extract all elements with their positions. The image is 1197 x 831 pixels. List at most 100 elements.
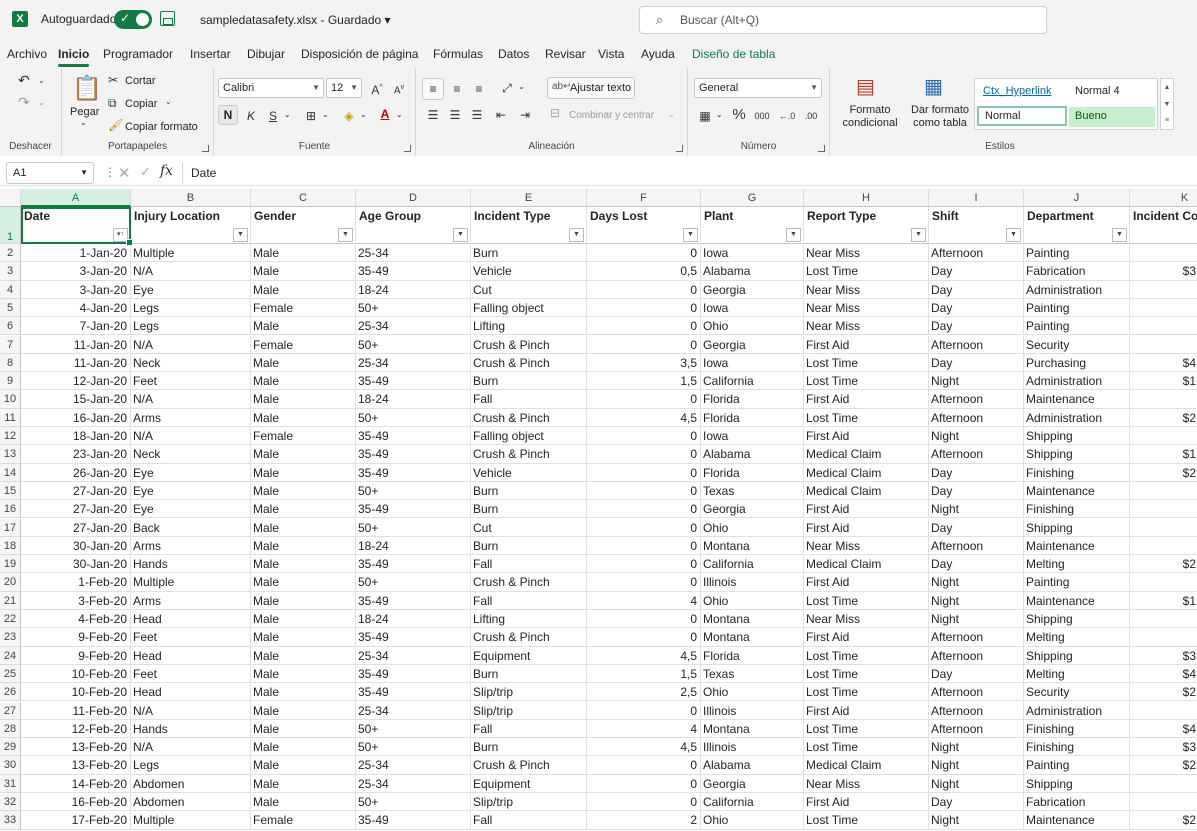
table-cell[interactable]: Eye xyxy=(131,280,251,299)
table-cell[interactable]: N/A xyxy=(131,262,251,281)
row-header[interactable]: 29 xyxy=(0,738,21,757)
table-header-cell[interactable]: Department ▼ xyxy=(1024,207,1130,244)
table-cell[interactable]: First Aid xyxy=(804,701,929,720)
table-cell[interactable]: Near Miss xyxy=(804,536,929,555)
filter-dropdown-icon[interactable]: ▼ xyxy=(453,228,468,242)
table-cell[interactable]: 0 xyxy=(587,628,701,647)
increase-decimal-icon[interactable]: ←.0 xyxy=(776,106,798,126)
table-cell[interactable]: Day xyxy=(929,262,1024,281)
table-cell[interactable]: 3,5 xyxy=(587,353,701,372)
table-cell[interactable]: Administration xyxy=(1024,280,1130,299)
table-cell[interactable]: Lost Time xyxy=(804,408,929,427)
table-cell[interactable]: 10-Feb-20 xyxy=(21,664,131,683)
table-cell[interactable]: Alabama xyxy=(701,262,804,281)
table-cell[interactable]: Male xyxy=(251,683,356,702)
more-icon[interactable]: ≡ xyxy=(1161,113,1173,129)
row-header[interactable]: 7 xyxy=(0,335,21,354)
row-header[interactable]: 11 xyxy=(0,408,21,427)
launcher-icon[interactable] xyxy=(202,145,209,152)
table-cell[interactable]: Painting xyxy=(1024,756,1130,775)
table-cell[interactable]: Shipping xyxy=(1024,427,1130,445)
table-cell[interactable]: Male xyxy=(251,628,356,647)
cancel-icon[interactable]: ✕ xyxy=(118,164,131,182)
table-cell[interactable]: Head xyxy=(131,646,251,665)
table-cell[interactable] xyxy=(1130,336,1197,354)
table-header-cell[interactable]: Date ▾↑ xyxy=(21,207,131,244)
row-header[interactable]: 18 xyxy=(0,536,21,556)
table-cell[interactable]: 17-Feb-20 xyxy=(21,811,131,830)
table-cell[interactable]: Male xyxy=(251,719,356,738)
table-cell[interactable]: Male xyxy=(251,536,356,555)
table-cell[interactable]: 0 xyxy=(587,463,701,482)
table-cell[interactable]: Falling object xyxy=(471,298,587,317)
table-cell[interactable]: 1-Feb-20 xyxy=(21,573,131,592)
table-cell[interactable]: Near Miss xyxy=(804,298,929,317)
table-cell[interactable]: Ohio xyxy=(701,683,804,702)
filter-dropdown-icon[interactable]: ▾↑ xyxy=(113,228,128,242)
table-cell[interactable] xyxy=(1130,537,1197,555)
table-cell[interactable]: Arms xyxy=(131,536,251,555)
table-cell[interactable]: Feet xyxy=(131,628,251,647)
chevron-down-icon[interactable]: ⌄ xyxy=(38,76,45,85)
table-cell[interactable]: California xyxy=(701,372,804,391)
table-cell[interactable]: 18-24 xyxy=(356,390,471,409)
table-cell[interactable]: Back xyxy=(131,518,251,537)
table-cell[interactable]: Night xyxy=(929,738,1024,757)
row-header[interactable]: 27 xyxy=(0,701,21,720)
table-cell[interactable]: 0 xyxy=(587,774,701,793)
table-cell[interactable]: Ohio xyxy=(701,811,804,830)
table-cell[interactable]: Finishing xyxy=(1024,738,1130,757)
table-cell[interactable] xyxy=(1130,775,1197,793)
table-cell[interactable]: California xyxy=(701,793,804,811)
table-cell[interactable]: 0 xyxy=(587,335,701,354)
table-header-cell[interactable]: Incident Co xyxy=(1130,207,1197,244)
number-format-select[interactable]: General ▼ xyxy=(694,78,822,98)
table-cell[interactable]: Security xyxy=(1024,683,1130,702)
currency-icon[interactable]: ▦ xyxy=(694,106,716,126)
filter-dropdown-icon[interactable]: ▼ xyxy=(683,228,698,242)
table-cell[interactable]: 0 xyxy=(587,481,701,500)
table-cell[interactable]: 16-Feb-20 xyxy=(21,793,131,811)
table-cell[interactable]: Multiple xyxy=(131,573,251,592)
table-cell[interactable]: 0 xyxy=(587,427,701,445)
table-cell[interactable]: Medical Claim xyxy=(804,555,929,574)
row-header[interactable]: 33 xyxy=(0,811,21,830)
table-cell[interactable]: 3-Jan-20 xyxy=(21,262,131,281)
cut-icon[interactable]: ✂ xyxy=(108,73,118,87)
table-cell[interactable]: Painting xyxy=(1024,244,1130,262)
table-cell[interactable]: Ohio xyxy=(701,317,804,336)
table-cell[interactable]: Vehicle xyxy=(471,463,587,482)
table-cell[interactable]: Medical Claim xyxy=(804,445,929,464)
table-cell[interactable]: 12-Feb-20 xyxy=(21,719,131,738)
row-header[interactable]: 20 xyxy=(0,573,21,592)
table-cell[interactable]: Burn xyxy=(471,738,587,757)
table-cell[interactable]: Illinois xyxy=(701,738,804,757)
table-cell[interactable]: Male xyxy=(251,756,356,775)
chevron-down-icon[interactable]: ⌄ xyxy=(668,110,675,119)
table-cell[interactable]: 14-Feb-20 xyxy=(21,774,131,793)
table-cell[interactable]: 25-34 xyxy=(356,774,471,793)
table-cell[interactable]: Cut xyxy=(471,280,587,299)
row-header[interactable]: 28 xyxy=(0,719,21,739)
table-cell[interactable]: Hands xyxy=(131,719,251,738)
row-header[interactable]: 5 xyxy=(0,298,21,318)
table-cell[interactable]: Crush & Pinch xyxy=(471,335,587,354)
table-header-cell[interactable]: Plant ▼ xyxy=(701,207,804,244)
table-cell[interactable]: Male xyxy=(251,738,356,757)
chevron-down-icon[interactable]: ▼ xyxy=(1161,96,1173,113)
table-cell[interactable]: Feet xyxy=(131,664,251,683)
search-box[interactable]: ⌕ xyxy=(639,6,1047,34)
table-cell[interactable]: First Aid xyxy=(804,628,929,647)
table-cell[interactable]: Painting xyxy=(1024,317,1130,336)
row-header[interactable]: 10 xyxy=(0,390,21,409)
table-cell[interactable]: First Aid xyxy=(804,500,929,519)
table-cell[interactable]: 4-Jan-20 xyxy=(21,298,131,317)
table-cell[interactable]: Day xyxy=(929,518,1024,537)
table-cell[interactable]: Female xyxy=(251,335,356,354)
table-cell[interactable]: First Aid xyxy=(804,390,929,409)
table-cell[interactable]: First Aid xyxy=(804,793,929,811)
table-cell[interactable]: Day xyxy=(929,353,1024,372)
table-cell[interactable] xyxy=(1130,519,1197,537)
table-cell[interactable]: Alabama xyxy=(701,756,804,775)
table-cell[interactable]: 50+ xyxy=(356,298,471,317)
